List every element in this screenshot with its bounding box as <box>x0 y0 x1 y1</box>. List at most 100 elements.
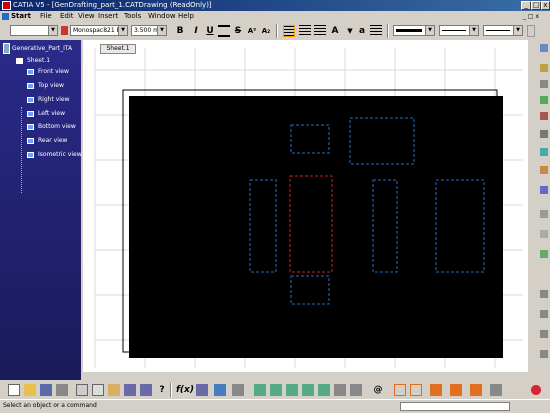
sheet-tab[interactable]: Sheet.1 <box>100 44 136 54</box>
strikethrough-button[interactable]: S <box>232 25 244 37</box>
cut-icon[interactable] <box>76 384 88 396</box>
menu-edit[interactable]: Edit <box>60 11 74 22</box>
text-list-icon[interactable] <box>370 25 382 37</box>
spline-icon[interactable] <box>540 250 548 258</box>
border-icon[interactable] <box>394 384 406 396</box>
window-title: CATIA V5 - [GenDrafting_part_1.CATDrawin… <box>13 1 212 9</box>
copy-icon[interactable] <box>92 384 104 396</box>
dimension-icon[interactable] <box>540 96 548 104</box>
close-button[interactable]: x <box>541 1 550 10</box>
view-icon[interactable] <box>540 80 548 88</box>
overline-icon[interactable] <box>218 25 230 37</box>
insert-text-button[interactable]: a <box>356 25 368 37</box>
color-swatch <box>396 29 422 32</box>
catia-app-icon[interactable] <box>2 1 11 10</box>
analysis-icon[interactable] <box>430 384 442 396</box>
open-icon[interactable] <box>24 384 36 396</box>
transform-icon[interactable] <box>540 310 548 318</box>
doc-minimize-button[interactable]: _ □ x <box>523 11 539 22</box>
command-input[interactable] <box>400 402 510 411</box>
redo-icon[interactable] <box>140 384 152 396</box>
undo-icon[interactable] <box>124 384 136 396</box>
menu-start[interactable]: Start <box>11 11 31 22</box>
formula-icon[interactable]: f(x) <box>176 384 194 396</box>
line-icon[interactable] <box>540 210 548 218</box>
horizontal-scrollbar[interactable] <box>83 372 528 380</box>
zoom-out-icon[interactable] <box>302 384 314 396</box>
hide-show-icon[interactable] <box>350 384 362 396</box>
paste-icon[interactable] <box>108 384 120 396</box>
zoom-in-icon[interactable] <box>286 384 298 396</box>
insert-symbol-button[interactable]: ▼ <box>344 25 356 37</box>
drawing-svg: Top view Isometric view Right view Front… <box>94 48 523 368</box>
underline-button[interactable]: U <box>204 25 216 37</box>
modify-icon[interactable] <box>540 290 548 298</box>
view-label: Isometric view <box>369 164 395 168</box>
separator <box>387 24 389 38</box>
measure-icon[interactable] <box>490 384 502 396</box>
menu-tools[interactable]: Tools <box>124 11 141 22</box>
chevron-down-icon: ▼ <box>48 26 57 35</box>
line-thickness-combo[interactable]: ▼ <box>483 25 523 36</box>
title-bar: CATIA V5 - [GenDrafting_part_1.CATDrawin… <box>0 0 550 11</box>
line-sample <box>486 30 510 31</box>
style-combo[interactable]: ▼ <box>10 25 58 36</box>
circle-icon[interactable] <box>540 186 548 194</box>
save-icon[interactable] <box>40 384 52 396</box>
snap-icon[interactable] <box>232 384 244 396</box>
status-bar: Select an object or a command <box>0 399 550 413</box>
view-icon <box>27 124 34 130</box>
fit-all-icon[interactable] <box>254 384 266 396</box>
drawing-canvas[interactable]: Top view Isometric view Right view Front… <box>83 40 529 380</box>
maximize-button[interactable]: □ <box>531 1 541 10</box>
superscript-button[interactable]: A² <box>246 25 258 37</box>
standard-toolbar: ? f(x) @ <box>0 381 550 399</box>
generation-icon[interactable] <box>540 112 548 120</box>
font-size-combo[interactable]: 3.500 mm ▼ <box>131 25 167 36</box>
view-icon <box>27 138 34 144</box>
menu-view[interactable]: View <box>78 11 95 22</box>
menu-window[interactable]: Window <box>148 11 176 22</box>
menu-help[interactable]: Help <box>178 11 194 22</box>
font-type-icon <box>61 26 68 35</box>
filter-icon[interactable] <box>450 384 462 396</box>
align-center-icon[interactable] <box>299 25 311 37</box>
sheet-icon <box>16 58 23 64</box>
view-label: Front view <box>302 266 320 270</box>
print-icon[interactable] <box>56 384 68 396</box>
at-icon[interactable]: @ <box>372 384 384 396</box>
line-type-combo[interactable]: ▼ <box>439 25 479 36</box>
compass-icon[interactable] <box>526 383 546 397</box>
drawing-root-icon[interactable] <box>3 43 10 54</box>
italic-button[interactable]: I <box>190 25 202 37</box>
menu-file[interactable]: File <box>40 11 52 22</box>
table-icon[interactable] <box>540 350 548 358</box>
constraint-icon[interactable] <box>540 330 548 338</box>
grid-icon[interactable] <box>214 384 226 396</box>
sheet-icon[interactable] <box>540 64 548 72</box>
geometry-icon[interactable] <box>540 166 548 174</box>
annotation-icon[interactable] <box>540 130 548 138</box>
macro-icon[interactable] <box>196 384 208 396</box>
frame-icon[interactable] <box>410 384 422 396</box>
text-frame-button[interactable]: A <box>329 25 341 37</box>
whats-this-icon[interactable]: ? <box>156 384 168 396</box>
normal-view-icon[interactable] <box>334 384 346 396</box>
display-icon[interactable] <box>470 384 482 396</box>
line-color-combo[interactable]: ▼ <box>393 25 435 36</box>
bold-button[interactable]: B <box>174 25 186 37</box>
subscript-button[interactable]: A₂ <box>260 25 272 37</box>
new-icon[interactable] <box>8 384 20 396</box>
pan-icon[interactable] <box>270 384 282 396</box>
menu-insert[interactable]: Insert <box>98 11 118 22</box>
minimize-button[interactable]: _ <box>521 1 531 10</box>
pattern-icon[interactable] <box>527 25 535 37</box>
select-icon[interactable] <box>540 44 548 52</box>
zoom-area-icon[interactable] <box>318 384 330 396</box>
font-name-combo[interactable]: Monospac821 BT ▼ <box>70 25 128 36</box>
vertical-scrollbar[interactable] <box>528 40 538 380</box>
dress-up-icon[interactable] <box>540 148 548 156</box>
align-right-icon[interactable] <box>314 25 326 37</box>
point-icon[interactable] <box>540 230 548 238</box>
align-left-icon[interactable] <box>283 25 295 37</box>
